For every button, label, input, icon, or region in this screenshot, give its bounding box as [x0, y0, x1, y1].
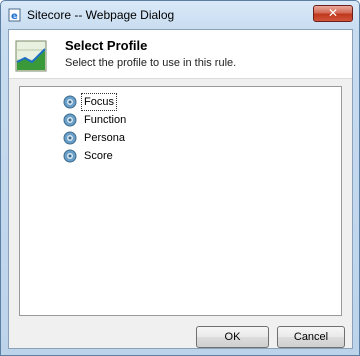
tree-item-label: Function	[84, 114, 127, 126]
ok-button[interactable]: OK	[196, 326, 269, 348]
tree-item-score[interactable]: Score	[63, 147, 116, 165]
tree-item-label: Persona	[84, 132, 125, 144]
tree-item-label: Focus	[81, 93, 117, 111]
ie-page-icon: e	[8, 8, 21, 22]
profile-tree[interactable]: Focus Function Persona Score	[19, 86, 342, 316]
dialog-body: Select Profile Select the profile to use…	[8, 29, 353, 349]
page-title: Select Profile	[65, 38, 148, 53]
close-button[interactable]: ✕	[313, 5, 353, 22]
title-bar[interactable]: e Sitecore -- Webpage Dialog ✕	[1, 1, 359, 29]
window-title: Sitecore -- Webpage Dialog	[27, 8, 175, 22]
page-subtitle: Select the profile to use in this rule.	[65, 57, 237, 69]
profile-chart-icon	[15, 40, 47, 72]
dialog-window: e Sitecore -- Webpage Dialog ✕ Select Pr…	[0, 0, 360, 356]
tree-item-function[interactable]: Function	[63, 111, 129, 129]
svg-text:e: e	[11, 11, 18, 22]
profile-node-icon	[63, 149, 77, 163]
tree-item-persona[interactable]: Persona	[63, 129, 128, 147]
tree-item-focus[interactable]: Focus	[63, 93, 117, 111]
profile-node-icon	[63, 113, 77, 127]
dialog-header: Select Profile Select the profile to use…	[9, 30, 352, 79]
profile-node-icon	[63, 131, 77, 145]
profile-node-icon	[63, 95, 77, 109]
tree-item-label: Score	[84, 150, 113, 162]
close-icon: ✕	[327, 6, 339, 20]
cancel-button[interactable]: Cancel	[277, 326, 345, 348]
